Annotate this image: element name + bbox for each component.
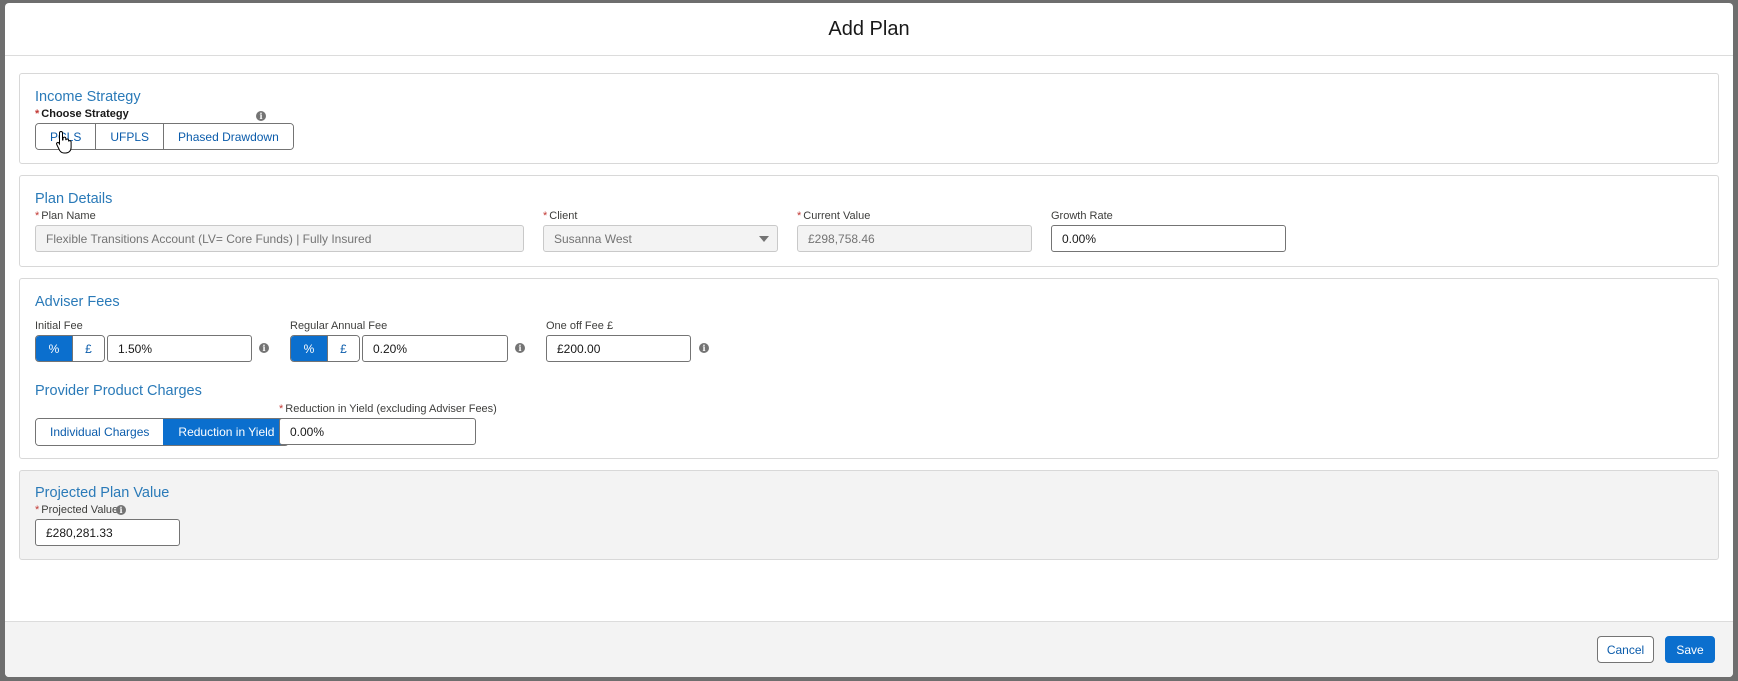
one-off-fee-label: One off Fee £ — [546, 320, 614, 332]
strategy-option-phased-drawdown[interactable]: Phased Drawdown — [163, 124, 293, 149]
regular-fee-pound-button[interactable]: £ — [327, 336, 359, 361]
client-select[interactable]: Susanna West — [543, 225, 778, 252]
one-off-fee-field[interactable]: £200.00 — [546, 335, 691, 362]
plan-name-field[interactable]: Flexible Transitions Account (LV= Core F… — [35, 225, 524, 252]
reduction-in-yield-button[interactable]: Reduction in Yield — [163, 419, 289, 445]
modal-header: Add Plan — [5, 3, 1733, 56]
growth-rate-field[interactable]: 0.00% — [1051, 225, 1286, 252]
regular-fee-field[interactable]: 0.20% — [362, 335, 508, 362]
initial-fee-label: Initial Fee — [35, 320, 83, 332]
hand-cursor-icon — [56, 130, 72, 154]
required-marker: * — [35, 108, 40, 120]
growth-rate-label: Growth Rate — [1051, 210, 1113, 222]
chevron-down-icon — [759, 236, 769, 242]
projected-value-label: * Projected Value — [35, 504, 119, 516]
modal-title: Add Plan — [828, 17, 910, 40]
projected-value-section: Projected Plan Value * Projected Value i … — [19, 470, 1719, 560]
plan-details-section: Plan Details * Plan Name Flexible Transit… — [19, 175, 1719, 267]
individual-charges-button[interactable]: Individual Charges — [36, 419, 164, 445]
info-icon[interactable]: i — [256, 111, 266, 121]
provider-charges-title: Provider Product Charges — [35, 383, 202, 399]
client-label: * Client — [543, 210, 578, 222]
plan-details-title: Plan Details — [35, 191, 113, 207]
regular-fee-unit-toggle: % £ — [290, 335, 360, 362]
plan-name-label: * Plan Name — [35, 210, 96, 222]
projected-value-field[interactable]: £280,281.33 — [35, 519, 180, 546]
modal-body: Income Strategy * Choose Strategy i PCLS … — [5, 57, 1733, 627]
projected-value-title: Projected Plan Value — [35, 485, 170, 501]
reduction-in-yield-field[interactable]: 0.00% — [279, 418, 476, 445]
save-button[interactable]: Save — [1665, 636, 1715, 663]
current-value-field[interactable]: £298,758.46 — [797, 225, 1032, 252]
initial-fee-unit-toggle: % £ — [35, 335, 105, 362]
initial-fee-field[interactable]: 1.50% — [107, 335, 252, 362]
initial-fee-pound-button[interactable]: £ — [72, 336, 104, 361]
regular-fee-label: Regular Annual Fee — [290, 320, 388, 332]
current-value-label: * Current Value — [797, 210, 871, 222]
regular-fee-percent-button[interactable]: % — [291, 336, 327, 361]
choose-strategy-label: * Choose Strategy — [35, 108, 129, 120]
adviser-fees-section: Adviser Fees Initial Fee % £ 1.50% i Reg… — [19, 278, 1719, 459]
initial-fee-percent-button[interactable]: % — [36, 336, 72, 361]
info-icon[interactable]: i — [515, 343, 525, 353]
income-strategy-section: Income Strategy * Choose Strategy i PCLS … — [19, 73, 1719, 164]
adviser-fees-title: Adviser Fees — [35, 294, 120, 310]
cancel-button[interactable]: Cancel — [1597, 636, 1654, 663]
reduction-in-yield-label: * Reduction in Yield (excluding Adviser F… — [279, 403, 497, 415]
strategy-button-group: PCLS UFPLS Phased Drawdown — [35, 123, 294, 150]
add-plan-modal: Add Plan Income Strategy * Choose Strateg… — [5, 3, 1733, 677]
strategy-option-ufpls[interactable]: UFPLS — [95, 124, 164, 149]
modal-footer: Cancel Save — [5, 621, 1733, 677]
info-icon[interactable]: i — [116, 505, 126, 515]
income-strategy-title: Income Strategy — [35, 89, 141, 105]
info-icon[interactable]: i — [259, 343, 269, 353]
provider-charges-toggle: Individual Charges Reduction in Yield — [35, 418, 290, 446]
info-icon[interactable]: i — [699, 343, 709, 353]
client-select-value: Susanna West — [554, 231, 632, 246]
